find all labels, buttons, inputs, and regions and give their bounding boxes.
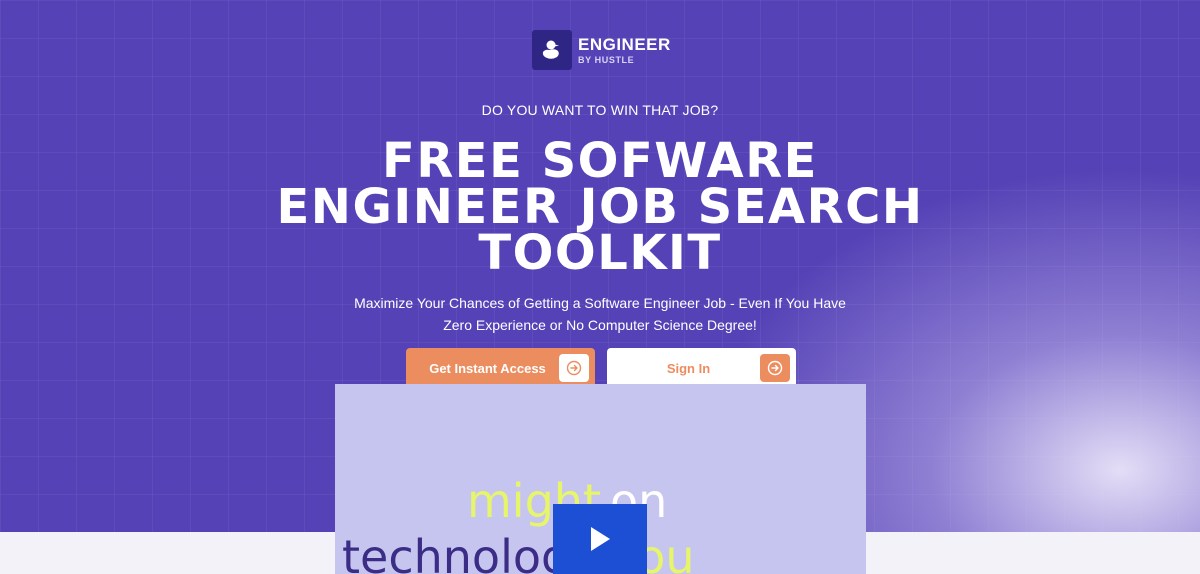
get-instant-access-label: Get Instant Access — [429, 360, 546, 376]
brand-subtitle: BY HUSTLE — [578, 54, 635, 65]
get-instant-access-button[interactable]: Get Instant Access — [406, 348, 595, 388]
play-icon — [591, 527, 610, 551]
duck-icon — [532, 30, 572, 70]
hero-eyebrow: DO YOU WANT TO WIN THAT JOB? — [481, 102, 719, 118]
hero-subheadline: Maximize Your Chances of Getting a Softw… — [354, 295, 846, 333]
hero-headline: FREE SOFWARE ENGINEER JOB SEARCH TOOLKIT — [276, 133, 924, 281]
sign-in-label: Sign In — [666, 360, 711, 376]
arrow-circle-right-icon — [559, 354, 589, 382]
play-button[interactable] — [553, 504, 647, 574]
video-player[interactable]: might on technologies you — [335, 384, 866, 574]
arrow-circle-right-icon — [760, 354, 790, 382]
brand-title: ENGINEER — [578, 34, 671, 54]
sign-in-button[interactable]: Sign In — [607, 348, 796, 388]
brand-logo[interactable]: ENGINEER BY HUSTLE — [532, 30, 671, 70]
